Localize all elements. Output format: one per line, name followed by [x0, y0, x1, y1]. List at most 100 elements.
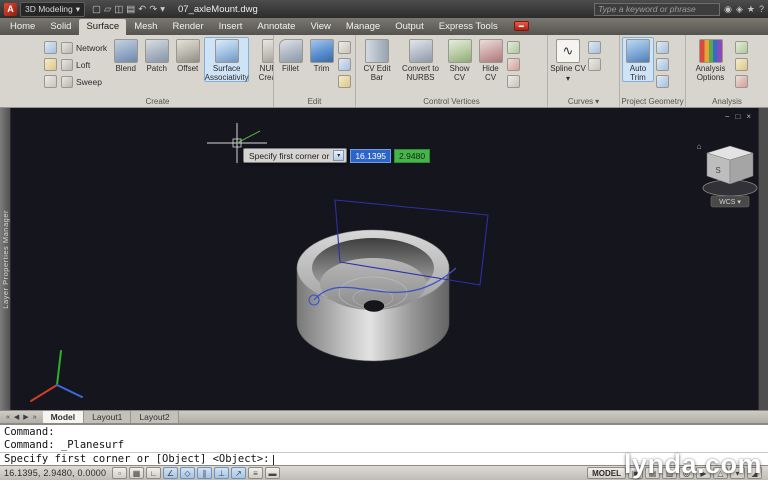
untrim-mini-icon[interactable] — [338, 41, 351, 54]
ortho-toggle[interactable]: ∟ — [146, 467, 161, 479]
ucs-icon — [30, 350, 83, 402]
otrack-toggle[interactable]: ∥ — [197, 467, 212, 479]
close-icon[interactable]: × — [746, 112, 751, 121]
tab-layout1[interactable]: Layout1 — [84, 411, 132, 423]
dynamic-input-options-icon[interactable]: ▾ — [333, 150, 345, 161]
sweep-button[interactable]: Sweep — [59, 74, 109, 90]
cv-mini-column — [507, 37, 520, 88]
spline-cv-button[interactable]: ∿ Spline CV ▾ — [550, 37, 586, 83]
loft-button[interactable]: Loft — [59, 57, 109, 73]
rebuild-mini-icon[interactable] — [507, 75, 520, 88]
draft-analysis-mini-icon[interactable] — [735, 75, 748, 88]
surface-network-mini-icon[interactable] — [44, 41, 57, 54]
dynamic-input-x-field[interactable]: 16.1395 — [350, 148, 392, 163]
cv-edit-bar-button[interactable]: CV Edit Bar — [358, 37, 396, 82]
analysis-options-button[interactable]: Analysis Options — [688, 37, 733, 82]
project-to-vector-mini-icon[interactable] — [656, 75, 669, 88]
model-space-button[interactable]: MODEL — [587, 467, 626, 479]
sculpt-mini-icon[interactable] — [338, 75, 351, 88]
prev-layout-button[interactable]: ◀ — [14, 413, 19, 421]
zebra-analysis-mini-icon[interactable] — [735, 41, 748, 54]
patch-button[interactable]: Patch — [142, 37, 171, 73]
undo-button[interactable]: ↶ — [138, 4, 146, 15]
tab-express-tools[interactable]: Express Tools — [432, 19, 505, 35]
show-cv-button[interactable]: Show CV — [445, 37, 474, 82]
project-to-ucs-mini-icon[interactable] — [656, 41, 669, 54]
workspace: Layer Properties Manager S ⌂ WCS ▾ − □ ×… — [0, 108, 768, 410]
osnap-toggle[interactable]: ◇ — [180, 467, 195, 479]
layer-properties-manager-palette[interactable]: Layer Properties Manager — [0, 108, 11, 410]
coordinate-readout[interactable]: 16.1395, 2.9480, 0.0000 — [4, 468, 110, 478]
auto-trim-button[interactable]: Auto Trim — [622, 37, 654, 82]
remove-cv-mini-icon[interactable] — [507, 58, 520, 71]
save-button[interactable]: ◫ — [114, 4, 123, 15]
spline-freehand-mini-icon[interactable] — [588, 41, 601, 54]
last-layout-button[interactable]: » — [33, 414, 37, 421]
add-cv-mini-icon[interactable] — [507, 41, 520, 54]
blend-button[interactable]: Blend — [111, 37, 140, 73]
fillet-button[interactable]: Fillet — [276, 37, 305, 73]
search-input[interactable] — [594, 2, 721, 16]
project-to-view-mini-icon[interactable] — [656, 58, 669, 71]
open-file-button[interactable]: ▱ — [104, 4, 111, 15]
tab-layout2[interactable]: Layout2 — [131, 411, 179, 423]
tab-insert[interactable]: Insert — [212, 19, 250, 35]
analysis-options-label: Analysis Options — [695, 64, 726, 82]
dynamic-input-y-field[interactable]: 2.9480 — [394, 148, 431, 163]
nurbs-creation-button[interactable]: NURBS Creation — [251, 37, 273, 82]
curvature-analysis-mini-icon[interactable] — [735, 58, 748, 71]
ducs-toggle[interactable]: ⊥ — [214, 467, 229, 479]
hide-cv-button[interactable]: Hide CV — [476, 37, 505, 82]
favorites-icon[interactable]: ★ — [747, 4, 755, 15]
plot-button[interactable]: ▤ — [126, 4, 135, 15]
ribbon-panel-curves: ∿ Spline CV ▾ Curves ▾ — [548, 35, 620, 107]
quick-properties-toggle[interactable]: ▬ — [265, 467, 280, 479]
surface-sweep-mini-icon[interactable] — [44, 75, 57, 88]
tab-render[interactable]: Render — [165, 19, 210, 35]
spline-cv-dropdown-icon[interactable]: ▾ — [566, 74, 570, 83]
extend-mini-icon[interactable] — [338, 58, 351, 71]
tab-solid[interactable]: Solid — [43, 19, 78, 35]
workspace-switcher[interactable]: 3D Modeling ▾ — [20, 1, 86, 17]
document-title: 07_axleMount.dwg — [178, 3, 258, 15]
network-button[interactable]: Network — [59, 40, 109, 56]
search-icon[interactable]: ◉ — [724, 4, 732, 15]
redo-button[interactable]: ↷ — [149, 4, 157, 15]
new-file-button[interactable]: ▢ — [92, 4, 101, 15]
lineweight-toggle[interactable]: ≡ — [248, 467, 263, 479]
offset-button[interactable]: Offset — [173, 37, 202, 73]
help-icon[interactable]: ? — [759, 4, 764, 14]
curves-panel-expand-icon[interactable]: ▾ — [595, 96, 599, 107]
tab-mesh[interactable]: Mesh — [127, 19, 164, 35]
title-bar: A 3D Modeling ▾ ▢ ▱ ◫ ▤ ↶ ↷ ▾ 07_axleMou… — [0, 0, 768, 18]
viewcube[interactable]: S ⌂ WCS ▾ — [697, 142, 758, 208]
tab-model[interactable]: Model — [42, 411, 85, 423]
snap-toggle[interactable]: ▫ — [112, 467, 127, 479]
tab-output[interactable]: Output — [388, 19, 431, 35]
qat-customize-button[interactable]: ▾ — [160, 4, 165, 15]
surface-associativity-button[interactable]: Surface Associativity — [204, 37, 250, 82]
tab-view[interactable]: View — [303, 19, 337, 35]
surface-loft-mini-icon[interactable] — [44, 58, 57, 71]
autocad-app-icon[interactable]: A — [4, 2, 17, 16]
convert-to-nurbs-button[interactable]: Convert to NURBS — [398, 37, 443, 82]
tab-surface[interactable]: Surface — [79, 19, 127, 35]
tab-home[interactable]: Home — [3, 19, 42, 35]
blend-curve-mini-icon[interactable] — [588, 58, 601, 71]
first-layout-button[interactable]: « — [6, 414, 10, 421]
next-layout-button[interactable]: ▶ — [23, 413, 28, 421]
tab-manage[interactable]: Manage — [339, 19, 387, 35]
communication-center-icon[interactable]: ◈ — [736, 4, 743, 15]
tab-annotate[interactable]: Annotate — [250, 19, 302, 35]
trim-button[interactable]: Trim — [307, 37, 336, 73]
dynamic-input-tooltip: Specify first corner or ▾ 16.1395 2.9480 — [243, 148, 431, 163]
minimize-icon[interactable]: − — [725, 112, 730, 121]
polar-toggle[interactable]: ∠ — [163, 467, 178, 479]
axle-mount-model[interactable] — [296, 229, 450, 362]
dynamic-input-toggle[interactable]: ↗ — [231, 467, 246, 479]
grid-toggle[interactable]: ▦ — [129, 467, 144, 479]
restore-icon[interactable]: □ — [735, 112, 740, 121]
viewcube-home-icon[interactable]: ⌂ — [697, 142, 702, 151]
ribbon-panel-edit: Fillet Trim Edit — [274, 35, 356, 107]
drawing-viewport[interactable]: S ⌂ WCS ▾ − □ × Specify first corner or … — [11, 108, 758, 410]
